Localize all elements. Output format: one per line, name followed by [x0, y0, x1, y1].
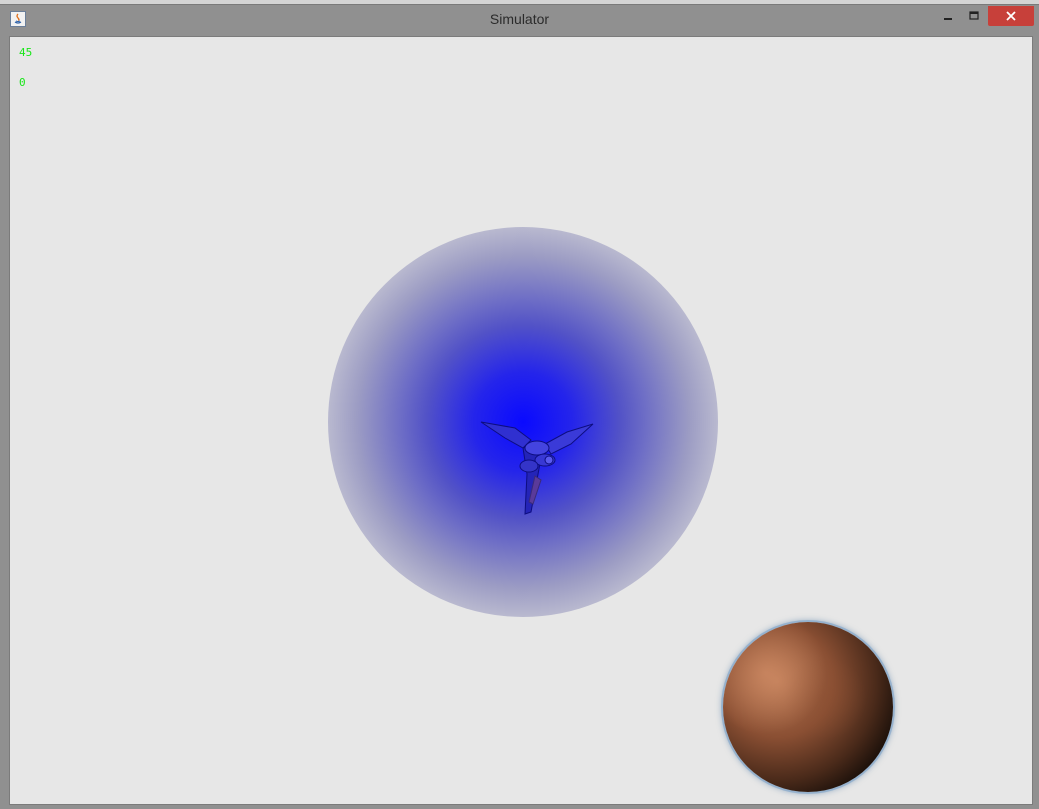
simulation-canvas[interactable]: 45 0	[9, 36, 1033, 805]
hud-value-1: 45	[19, 46, 33, 59]
minimize-icon	[944, 18, 952, 20]
planet-icon[interactable]	[723, 622, 893, 792]
close-button[interactable]	[988, 6, 1034, 26]
minimize-button[interactable]	[937, 6, 959, 26]
hud-value-2: 0	[19, 76, 26, 89]
maximize-button[interactable]	[963, 6, 985, 26]
close-icon	[1006, 11, 1016, 21]
window-title: Simulator	[489, 11, 550, 27]
maximize-icon	[969, 11, 979, 20]
title-bar[interactable]: Simulator	[0, 5, 1039, 35]
spaceship-icon[interactable]	[475, 414, 605, 524]
simulator-window: Simulator 45 0	[0, 4, 1039, 809]
